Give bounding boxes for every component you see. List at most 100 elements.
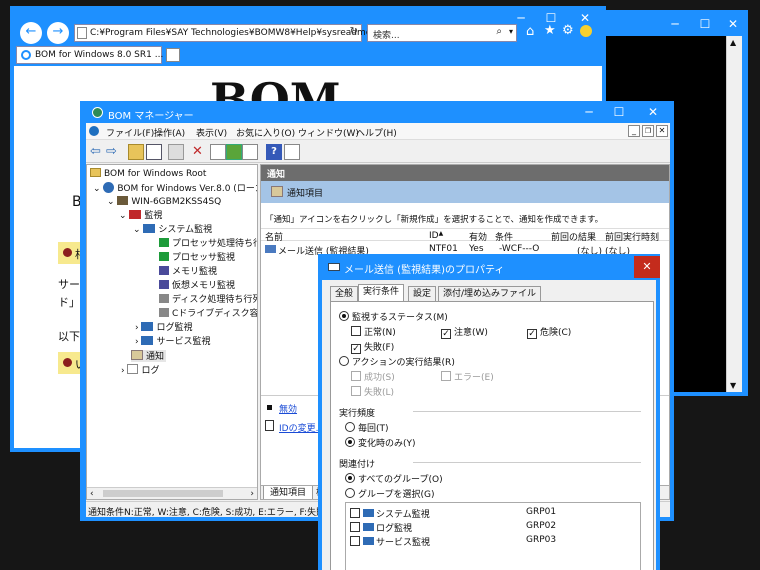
delete-icon[interactable]: ✕ (192, 144, 208, 160)
tree-proc[interactable]: プロセッサ監視 (159, 252, 235, 264)
list-item[interactable]: システム監視 GRP01 (350, 507, 636, 520)
col-last-time[interactable]: 前回実行時刻 (605, 230, 659, 243)
back-icon[interactable]: ← (20, 22, 42, 44)
error-box (441, 371, 451, 381)
browser-minimize-icon[interactable]: ─ (506, 6, 536, 32)
tree-host[interactable]: ⌄ WIN-6GBM2KSS4SQ (107, 196, 221, 208)
warning-check-icon: ✓ (441, 329, 451, 339)
list-item[interactable]: サービス監視 GRP03 (350, 535, 636, 548)
fail-checkbox[interactable]: ✓ 失敗(F) (351, 340, 394, 354)
tree-cdrive[interactable]: Cドライブディスク容量 (159, 308, 257, 320)
mdi-minimize-icon[interactable]: _ (628, 125, 640, 137)
scroll-down-icon[interactable]: ▼ (730, 381, 736, 390)
col-id[interactable]: ID▲ (429, 230, 443, 241)
refresh-icon[interactable]: ↻ (350, 26, 358, 37)
system-monitor-icon (143, 224, 156, 233)
search-field[interactable]: 検索... ⌕ ▾ (367, 24, 517, 42)
col-condition[interactable]: 条件 (495, 230, 513, 243)
menu-window[interactable]: ウィンドウ(W) (298, 126, 359, 139)
warning-checkbox[interactable]: ✓ 注意(W) (441, 325, 488, 339)
bg-close-icon[interactable]: ✕ (718, 10, 748, 38)
menu-file[interactable]: ファイル(F) (106, 126, 154, 139)
chart-icon (159, 252, 169, 261)
menu-favorites[interactable]: お気に入り(O) (236, 126, 295, 139)
disable-link[interactable]: 無効 (279, 402, 297, 415)
tree-monitor[interactable]: ⌄ 監視 (119, 210, 162, 222)
address-bar[interactable]: C:¥Program Files¥SAY Technologies¥BOMW8¥… (74, 24, 374, 42)
menu-action[interactable]: 操作(A) (154, 126, 185, 139)
new-tab-icon[interactable] (166, 48, 180, 62)
forward-icon[interactable]: → (47, 22, 69, 44)
on-change-radio[interactable]: 変化時のみ(Y) (345, 436, 416, 449)
tree-mem[interactable]: メモリ監視 (159, 266, 217, 278)
disable-bullet-icon (267, 405, 272, 410)
tab-attachments[interactable]: 添付/埋め込みファイル (438, 286, 542, 302)
copy-icon[interactable] (168, 144, 184, 160)
all-groups-radio[interactable]: すべてのグループ(O) (345, 472, 443, 485)
bullet-dot-icon (63, 248, 72, 257)
refresh-green-icon[interactable] (226, 144, 242, 160)
tree-proc-wait[interactable]: プロセッサ処理待ち行 (159, 238, 257, 250)
list-item[interactable]: ログ監視 GRP02 (350, 521, 636, 534)
action-radio[interactable]: アクションの実行結果(R) (339, 355, 455, 368)
bg-scrollbar[interactable]: ▲ ▼ (726, 36, 742, 392)
tree-service-mon[interactable]: › サービス監視 (135, 336, 210, 348)
bullet-dot-icon (63, 358, 72, 367)
col-enabled[interactable]: 有効 (469, 230, 487, 243)
success-checkbox[interactable]: 成功(S) (351, 370, 395, 383)
properties-icon[interactable] (210, 144, 226, 160)
success-box (351, 371, 361, 381)
scroll-left-icon[interactable]: ‹ (90, 488, 94, 499)
show-tree-icon[interactable] (146, 144, 162, 160)
bom-title: BOM マネージャー (108, 111, 194, 122)
bg-minimize-icon[interactable]: ─ (660, 10, 690, 38)
tree-local[interactable]: ⌄ BOM for Windows Ver.8.0 (ローカル) (93, 182, 257, 194)
forward-arrow-icon[interactable]: ⇨ (106, 144, 122, 160)
tree-hscrollbar[interactable]: ‹ › (87, 487, 257, 499)
scroll-thumb[interactable] (103, 490, 223, 497)
select-groups-radio[interactable]: グループを選択(G) (345, 487, 434, 500)
bg-maximize-icon[interactable]: ☐ (690, 10, 720, 38)
back-arrow-icon[interactable]: ⇦ (90, 144, 106, 160)
tree-disk-wait[interactable]: ディスク処理待ち行列 (159, 294, 257, 306)
tab-settings[interactable]: 設定 (408, 286, 437, 302)
tree-log-mon[interactable]: › ログ監視 (135, 322, 192, 334)
tree-vmem[interactable]: 仮想メモリ監視 (159, 280, 235, 292)
tab-panel: 監視するステータス(M) 正常(N) ✓ 注意(W) ✓ 危険(C) ✓ 失敗(F) … (330, 301, 654, 570)
tree-root[interactable]: BOM for Windows Root (90, 168, 206, 180)
help-icon[interactable]: ? (266, 144, 282, 160)
page-line-3: 以下 (58, 330, 80, 343)
browser-maximize-icon[interactable]: ☐ (536, 6, 566, 32)
tree-system[interactable]: ⌄ システム監視 (133, 224, 212, 236)
console-icon[interactable] (284, 144, 300, 160)
dialog-close-icon[interactable]: ✕ (634, 256, 660, 278)
failure-checkbox[interactable]: 失敗(L) (351, 385, 394, 398)
up-folder-icon[interactable] (128, 144, 144, 160)
status-radio[interactable]: 監視するステータス(M) (339, 310, 448, 323)
browser-tab[interactable]: BOM for Windows 8.0 SR1 ... (16, 46, 163, 64)
browser-close-icon[interactable]: ✕ (570, 6, 600, 32)
tab-general[interactable]: 全般 (330, 286, 359, 302)
mdi-close-icon[interactable]: ✕ (656, 125, 668, 137)
scroll-right-icon[interactable]: › (250, 488, 254, 499)
dialog-title: メール送信 (監視結果)のプロパティ (344, 265, 505, 276)
mdi-restore-icon[interactable]: ❐ (642, 125, 654, 137)
scroll-up-icon[interactable]: ▲ (730, 38, 736, 47)
every-radio[interactable]: 毎回(T) (345, 421, 389, 434)
log-icon (127, 364, 139, 374)
normal-checkbox[interactable]: 正常(N) (351, 325, 396, 338)
col-last-result[interactable]: 前回の結果 (551, 230, 596, 243)
address-text: C:¥Program Files¥SAY Technologies¥BOMW8¥… (90, 28, 375, 38)
danger-checkbox[interactable]: ✓ 危険(C) (527, 325, 571, 339)
error-checkbox[interactable]: エラー(E) (441, 370, 494, 383)
menu-view[interactable]: 表示(V) (196, 126, 227, 139)
group-box (350, 522, 360, 532)
computer-icon (117, 196, 129, 205)
col-name[interactable]: 名前 (265, 230, 283, 243)
search-icon[interactable]: ⌕ (496, 26, 502, 37)
tree-notify[interactable]: 通知 (131, 350, 167, 362)
tree-log[interactable]: › ログ (121, 364, 159, 376)
export-icon[interactable] (242, 144, 258, 160)
tab-notify-items[interactable]: 通知項目 (263, 486, 314, 499)
menu-help[interactable]: ヘルプ(H) (356, 126, 397, 139)
